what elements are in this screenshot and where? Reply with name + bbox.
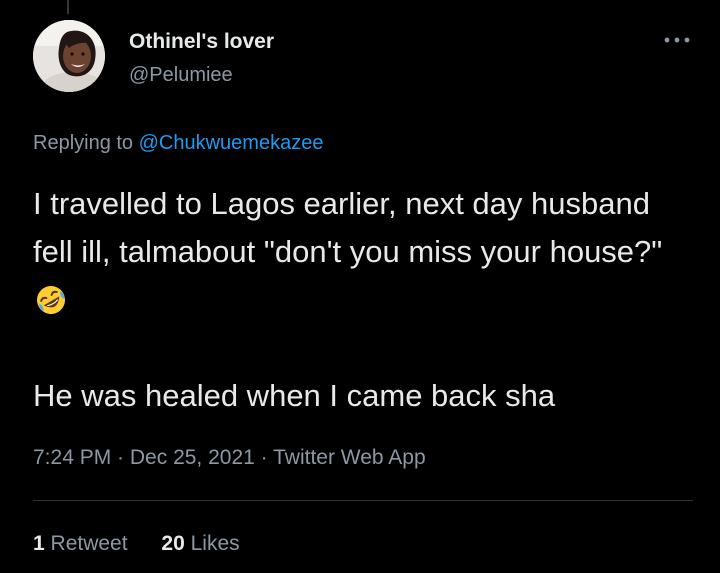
likes-count: 20 — [161, 532, 185, 555]
avatar[interactable] — [33, 20, 105, 92]
likes-label: Likes — [184, 532, 240, 555]
meta-separator: · — [111, 446, 130, 469]
meta-separator: · — [254, 446, 274, 469]
retweets-stat[interactable]: 1 Retweet — [33, 532, 128, 556]
rolling-on-the-floor-laughing-emoji-icon — [37, 286, 65, 314]
avatar-image — [33, 20, 105, 92]
author-display-name[interactable]: Othinel's lover — [129, 30, 274, 54]
tweet-stats: 1 Retweet 20 Likes — [33, 532, 240, 556]
more-horizontal-icon[interactable] — [662, 34, 692, 46]
divider — [33, 500, 693, 501]
tweet-paragraph: I travelled to Lagos earlier, next day h… — [33, 180, 693, 324]
tweet-text: I travelled to Lagos earlier, next day h… — [33, 180, 693, 420]
replying-to: Replying to @Chukwuemekazee — [33, 132, 323, 155]
reply-mention-link[interactable]: @Chukwuemekazee — [139, 132, 324, 154]
tweet-time[interactable]: 7:24 PM — [33, 446, 111, 469]
replying-to-prefix: Replying to — [33, 132, 139, 154]
thread-connector-line — [67, 0, 69, 14]
retweets-count: 1 — [33, 532, 45, 555]
author-handle[interactable]: @Pelumiee — [129, 64, 233, 87]
tweet-meta: 7:24 PM · Dec 25, 2021 · Twitter Web App — [33, 446, 426, 470]
tweet-paragraph: He was healed when I came back sha — [33, 378, 556, 413]
tweet-paragraph-text: I travelled to Lagos earlier, next day h… — [33, 186, 663, 269]
tweet-source-app[interactable]: Twitter Web App — [273, 446, 426, 469]
tweet-date[interactable]: Dec 25, 2021 — [130, 446, 255, 469]
retweets-label: Retweet — [44, 532, 128, 555]
likes-stat[interactable]: 20 Likes — [161, 532, 239, 556]
